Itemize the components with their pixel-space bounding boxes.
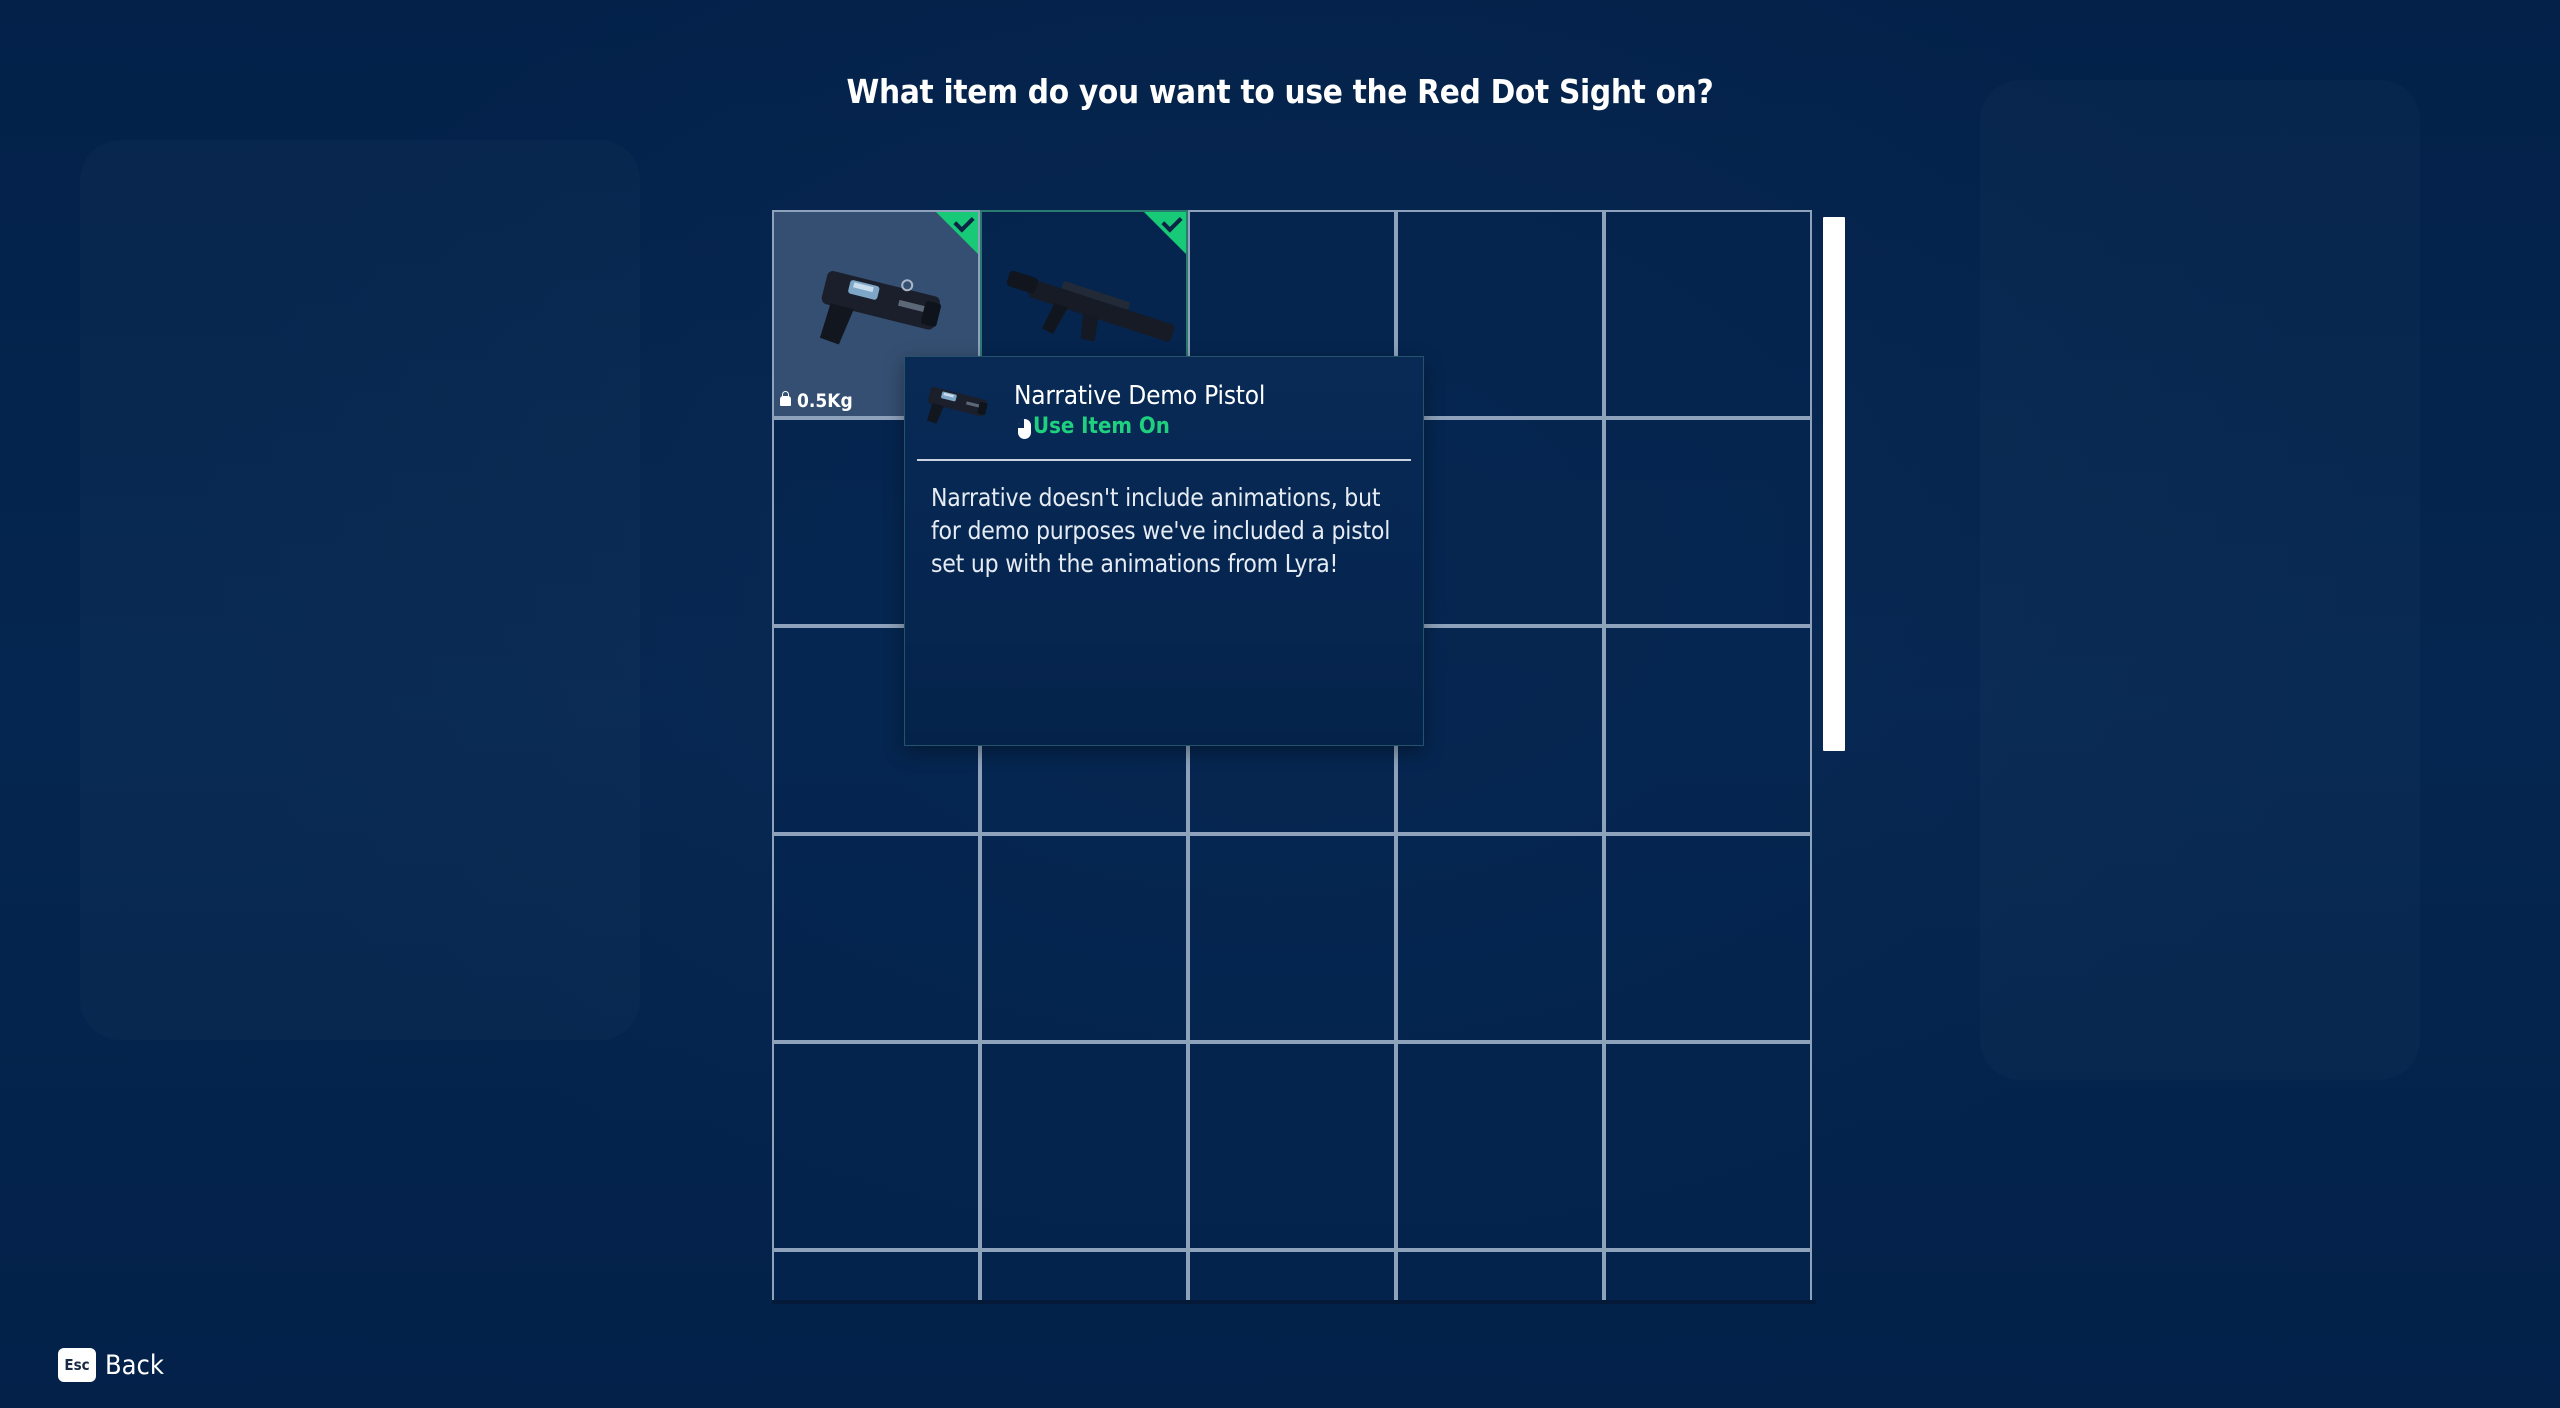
inventory-slot-empty[interactable] — [772, 1042, 980, 1250]
back-label: Back — [105, 1349, 164, 1381]
inventory-slot-empty[interactable] — [980, 1250, 1188, 1300]
inventory-slot-empty[interactable] — [980, 834, 1188, 1042]
use-item-on-screen: What item do you want to use the Red Dot… — [0, 0, 2560, 1408]
tooltip-divider — [917, 459, 1411, 461]
item-weight: 0.5Kg — [780, 390, 853, 412]
inventory-slot-empty[interactable] — [1396, 418, 1604, 626]
pistol-thumbnail-icon — [926, 387, 988, 424]
prompt-title: What item do you want to use the Red Dot… — [846, 72, 1714, 111]
inventory-slot-empty[interactable] — [1604, 210, 1812, 418]
tooltip-item-name: Narrative Demo Pistol — [1014, 381, 1266, 411]
inventory-slot-empty[interactable] — [1604, 418, 1812, 626]
inventory-slot-empty[interactable] — [1396, 1042, 1604, 1250]
background-decoration — [80, 140, 640, 1040]
tooltip-description: Narrative doesn't include animations, bu… — [931, 483, 1391, 578]
tooltip-action-prompt: Use Item On — [1018, 414, 1170, 439]
inventory-slot-empty[interactable] — [1396, 210, 1604, 418]
inventory-slot-empty[interactable] — [1188, 1250, 1396, 1300]
inventory-slot-empty[interactable] — [1396, 834, 1604, 1042]
inventory-slot-empty[interactable] — [1604, 834, 1812, 1042]
inventory-scrollbar[interactable] — [1823, 217, 1845, 751]
inventory-slot-empty[interactable] — [1188, 1042, 1396, 1250]
inventory-slot-empty[interactable] — [772, 834, 980, 1042]
background-decoration — [1980, 80, 2420, 1080]
back-prompt[interactable]: Esc Back — [58, 1348, 164, 1382]
inventory-slot-empty[interactable] — [1604, 626, 1812, 834]
weight-label: 0.5Kg — [797, 390, 853, 412]
inventory-slot-empty[interactable] — [1604, 1042, 1812, 1250]
esc-key-icon: Esc — [58, 1348, 96, 1382]
item-tooltip: Narrative Demo Pistol Use Item On Narrat… — [904, 356, 1424, 746]
weight-icon — [780, 391, 791, 406]
pistol-icon — [819, 271, 942, 345]
inventory-slot-empty[interactable] — [772, 1250, 980, 1300]
tooltip-action-label: Use Item On — [1033, 414, 1170, 439]
inventory-slot-empty[interactable] — [1604, 1250, 1812, 1300]
inventory-slot-empty[interactable] — [1188, 834, 1396, 1042]
mouse-left-click-icon — [1018, 418, 1031, 439]
inventory-slot-empty[interactable] — [980, 1042, 1188, 1250]
inventory-slot-empty[interactable] — [1396, 1250, 1604, 1300]
inventory-slot-empty[interactable] — [1396, 626, 1604, 834]
